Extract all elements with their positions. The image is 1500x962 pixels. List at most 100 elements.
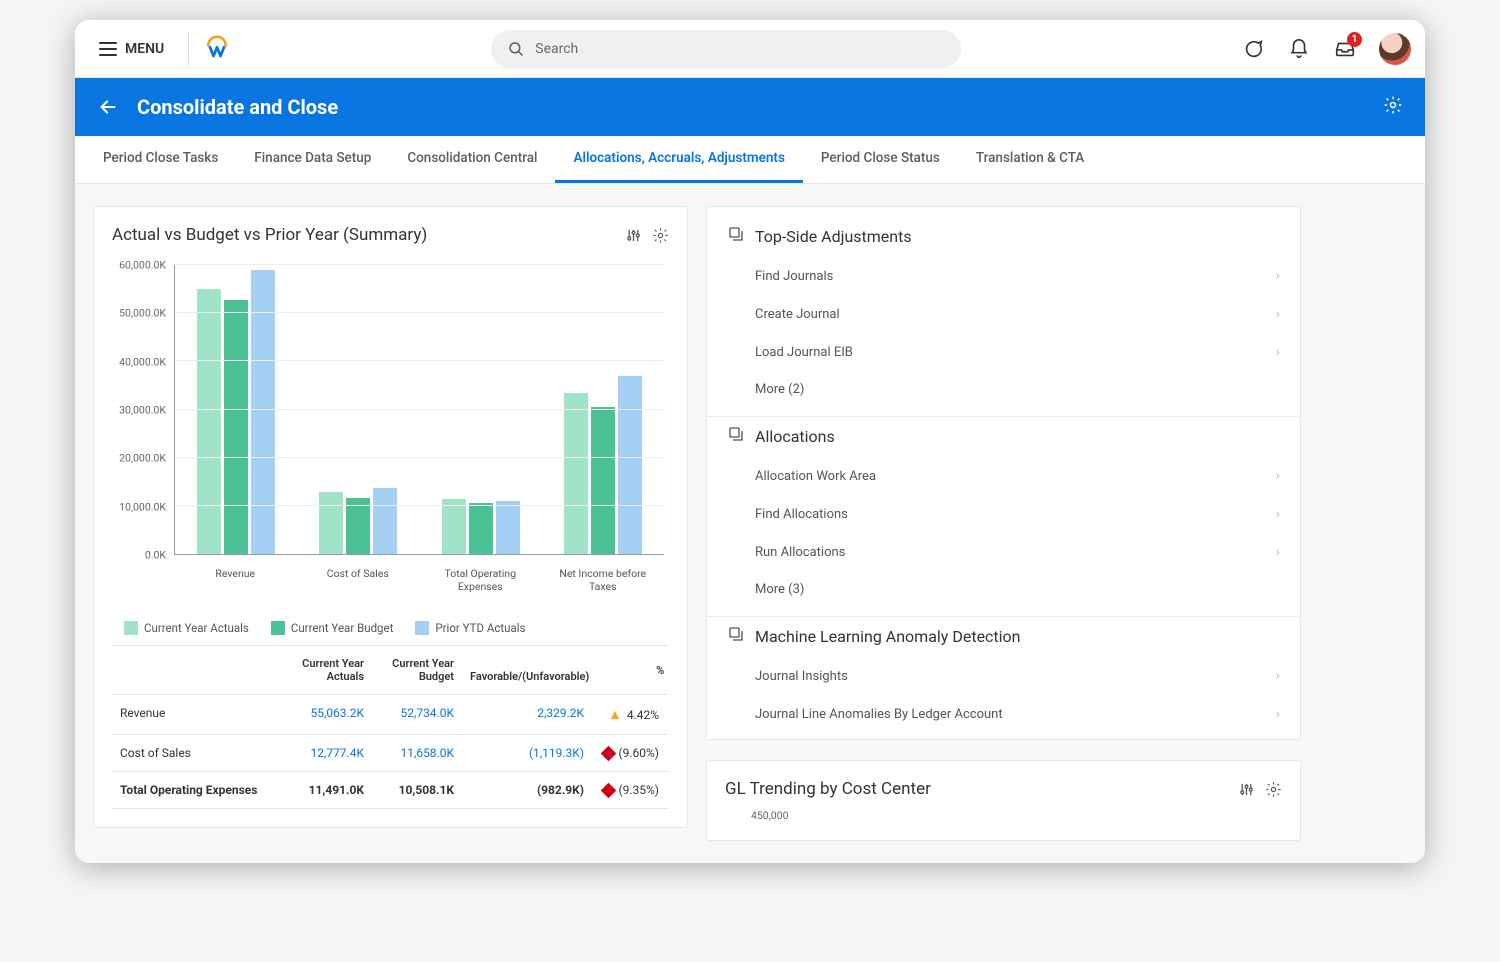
tab-period-close-status[interactable]: Period Close Status [803, 135, 958, 183]
gear-icon[interactable] [1265, 781, 1282, 798]
bar[interactable] [618, 376, 642, 554]
cell-cya[interactable]: 55,063.2K [282, 695, 372, 734]
panel-group-title: Top-Side Adjustments [755, 227, 912, 246]
settings-button[interactable] [1383, 95, 1403, 119]
panel-group-title: Allocations [755, 427, 835, 446]
link-item[interactable]: Create Journal› [755, 295, 1280, 333]
chat-icon[interactable] [1241, 37, 1265, 61]
inbox-badge: 1 [1347, 32, 1362, 47]
bell-icon[interactable] [1287, 37, 1311, 61]
cell-fav[interactable]: 2,329.2K [462, 695, 592, 734]
chevron-right-icon: › [1276, 668, 1280, 684]
bar-chart: RevenueCost of SalesTotal Operating Expe… [112, 255, 669, 615]
cell-fav: (982.9K) [462, 772, 592, 808]
tab-finance-data-setup[interactable]: Finance Data Setup [236, 135, 389, 183]
divider [707, 616, 1300, 617]
table-row: Total Operating Expenses11,491.0K10,508.… [112, 772, 669, 809]
bar[interactable] [442, 499, 466, 554]
page-header: Consolidate and Close [75, 78, 1425, 136]
tab-allocations-accruals-adjustments[interactable]: Allocations, Accruals, Adjustments [555, 135, 802, 183]
bar-group [297, 265, 419, 554]
cell-cya: 11,491.0K [282, 772, 372, 808]
page-title: Consolidate and Close [137, 95, 338, 119]
cell-pct: (9.35%) [592, 772, 667, 808]
y-axis-tick: 50,000.0K [112, 307, 172, 320]
divider [707, 416, 1300, 417]
chart-legend: Current Year Actuals Current Year Budget… [112, 615, 669, 641]
link-item[interactable]: More (2) [755, 371, 1280, 408]
y-axis-tick: 10,000.0K [112, 500, 172, 513]
windows-icon [727, 225, 745, 247]
link-item[interactable]: Run Allocations› [755, 533, 1280, 571]
link-item[interactable]: Find Journals › [755, 257, 1280, 295]
sliders-icon[interactable] [1238, 781, 1255, 798]
error-icon [600, 746, 616, 762]
chevron-right-icon: › [1276, 268, 1280, 284]
cell-pct: ▲4.42% [592, 695, 667, 734]
bar[interactable] [496, 501, 520, 554]
link-item[interactable]: More (3) [755, 571, 1280, 608]
panel-group-header: Allocations [727, 425, 1280, 447]
tab-bar: Period Close Tasks Finance Data Setup Co… [75, 136, 1425, 184]
legend-item: Current Year Actuals [124, 621, 249, 635]
link-label: Find Allocations [755, 507, 848, 522]
table-row: Cost of Sales12,777.4K11,658.0K(1,119.3K… [112, 735, 669, 772]
chevron-right-icon: › [1276, 306, 1280, 322]
link-item[interactable]: Allocation Work Area› [755, 457, 1280, 495]
link-item[interactable]: Journal Line Anomalies By Ledger Account… [755, 695, 1280, 733]
back-button[interactable] [97, 96, 119, 118]
bar[interactable] [373, 488, 397, 554]
gear-icon[interactable] [652, 227, 669, 244]
bar-group [175, 265, 297, 554]
avatar[interactable] [1379, 33, 1411, 65]
bar[interactable] [197, 289, 221, 554]
bar-group [420, 265, 542, 554]
link-item[interactable]: Load Journal EIB › [755, 333, 1280, 371]
cell-cyb[interactable]: 52,734.0K [372, 695, 462, 734]
cell-cya[interactable]: 12,777.4K [282, 735, 372, 771]
menu-button[interactable]: MENU [89, 35, 174, 63]
link-label: Journal Line Anomalies By Ledger Account [755, 707, 1003, 722]
link-item[interactable]: Journal Insights› [755, 657, 1280, 695]
x-axis-label: Net Income before Taxes [542, 561, 665, 615]
bar[interactable] [319, 492, 343, 554]
tab-consolidation-central[interactable]: Consolidation Central [389, 135, 555, 183]
bar[interactable] [346, 498, 370, 554]
workday-logo[interactable] [203, 35, 231, 63]
y-axis-tick: 30,000.0K [112, 404, 172, 417]
topbar: MENU Search 1 [75, 20, 1425, 78]
x-axis-label: Cost of Sales [297, 561, 420, 615]
bar[interactable] [469, 503, 493, 554]
link-label: Run Allocations [755, 545, 845, 560]
y-axis-tick: 60,000.0K [112, 259, 172, 272]
tab-translation-cta[interactable]: Translation & CTA [958, 135, 1102, 183]
sliders-icon[interactable] [625, 227, 642, 244]
divider [188, 31, 189, 67]
cell-fav[interactable]: (1,119.3K) [462, 735, 592, 771]
cell-cyb[interactable]: 11,658.0K [372, 735, 462, 771]
chevron-right-icon: › [1276, 468, 1280, 484]
row-label: Total Operating Expenses [112, 772, 282, 808]
gl-trending-card: GL Trending by Cost Center 450,000 [706, 760, 1301, 841]
link-item[interactable]: Find Allocations› [755, 495, 1280, 533]
bar[interactable] [564, 393, 588, 554]
hamburger-icon [99, 42, 117, 56]
summary-table: Current Year Actuals Current Year Budget… [112, 645, 669, 809]
link-label: Find Journals [755, 269, 833, 284]
bar[interactable] [591, 407, 615, 554]
search-input[interactable]: Search [491, 30, 961, 68]
panel-group-header: Top-Side Adjustments [727, 225, 1280, 247]
panel-group-header: Machine Learning Anomaly Detection [727, 625, 1280, 647]
y-axis-tick: 20,000.0K [112, 452, 172, 465]
warning-icon: ▲ [608, 706, 622, 723]
legend-item: Current Year Budget [271, 621, 394, 635]
inbox-icon[interactable]: 1 [1333, 37, 1357, 61]
link-label: Load Journal EIB [755, 345, 853, 360]
link-label: More (3) [755, 582, 804, 597]
y-axis-tick: 40,000.0K [112, 355, 172, 368]
bar[interactable] [224, 300, 248, 554]
tab-period-close-tasks[interactable]: Period Close Tasks [85, 135, 236, 183]
chevron-right-icon: › [1276, 344, 1280, 360]
gear-icon [1383, 95, 1403, 115]
content-area: Actual vs Budget vs Prior Year (Summary)… [75, 184, 1425, 863]
